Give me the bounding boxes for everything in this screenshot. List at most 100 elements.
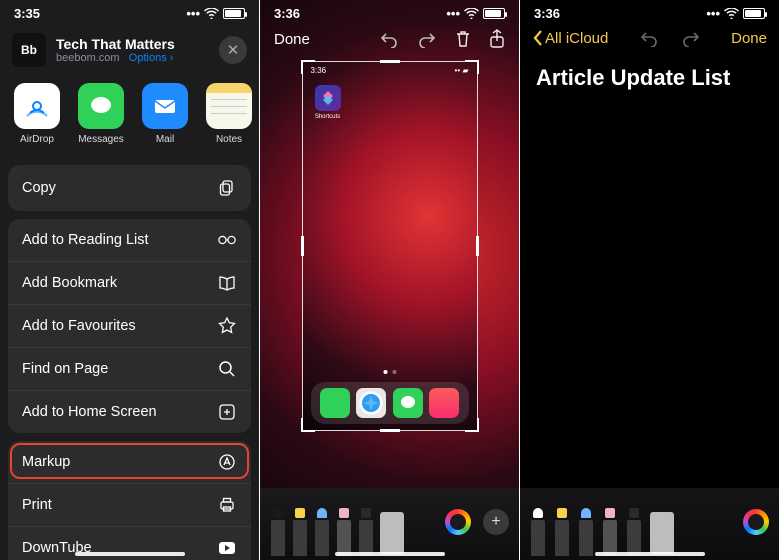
app-messages[interactable]: Messages [78,83,124,145]
tool-pen[interactable] [530,508,546,556]
wifi-icon [204,8,219,19]
status-bar: 3:36 ••• [260,0,519,23]
star-icon [217,316,237,336]
tool-ruler[interactable] [380,512,404,554]
battery-icon [223,8,245,19]
glasses-icon [217,230,237,250]
airdrop-icon [14,83,60,129]
tool-pen[interactable] [270,508,286,556]
status-icons: ••• [706,6,765,21]
wifi-icon [464,8,479,19]
mini-dock [311,382,469,424]
mini-status-bar: 3:36 •• ▰ [303,62,477,75]
phone-share-sheet: 3:35 ••• Bb Tech That Matters beebom.com… [0,0,260,560]
share-title: Tech That Matters [56,36,175,52]
status-icons: ••• [186,6,245,21]
tool-lasso[interactable] [626,508,642,556]
action-bookmark[interactable]: Add Bookmark [8,262,251,305]
status-icons: ••• [446,6,505,21]
app-airdrop[interactable]: AirDrop [14,83,60,145]
action-reading-list[interactable]: Add to Reading List [8,219,251,262]
music-app-icon [429,388,459,418]
signal-icon: ••• [446,6,460,21]
note-title[interactable]: Article Update List [520,55,779,101]
close-button[interactable]: ✕ [219,36,247,64]
action-copy[interactable]: Copy [8,165,251,211]
safari-app-icon [356,388,386,418]
tool-marker[interactable] [292,508,308,556]
markup-canvas[interactable]: 3:36 •• ▰ Shortcuts [302,61,478,431]
action-print[interactable]: Print [8,484,251,527]
tool-marker[interactable] [554,508,570,556]
markup-tool-palette: + [260,488,519,560]
home-indicator[interactable] [595,552,705,556]
plus-square-icon [217,402,237,422]
tool-pencil[interactable] [314,508,330,556]
status-time: 3:35 [14,6,40,21]
tool-eraser[interactable] [602,508,618,556]
messages-icon [78,83,124,129]
share-app-row[interactable]: AirDrop Messages Mail [0,79,259,157]
mail-icon [142,83,188,129]
action-favourites[interactable]: Add to Favourites [8,305,251,348]
notes-tool-palette [520,488,779,560]
mini-shortcuts-app: Shortcuts [313,85,343,120]
action-home-screen[interactable]: Add to Home Screen [8,391,251,433]
signal-icon: ••• [186,6,200,21]
color-picker-button[interactable] [445,509,471,535]
markup-toolbar: Done [260,23,519,57]
book-icon [217,273,237,293]
action-markup[interactable]: Markup [8,441,251,484]
done-button[interactable]: Done [731,30,767,47]
action-list-2: Markup Print DownTube [8,441,251,560]
copy-icon [217,178,237,198]
back-button[interactable]: All iCloud [532,29,608,47]
search-icon [217,359,237,379]
signal-icon: ••• [706,6,720,21]
share-button[interactable] [489,29,505,49]
notes-toolbar: All iCloud Done [520,23,779,55]
redo-button[interactable] [681,29,701,47]
shortcuts-icon [315,85,341,111]
app-mail[interactable]: Mail [142,83,188,145]
markup-icon [217,452,237,472]
home-indicator[interactable] [75,552,185,556]
tool-lasso[interactable] [358,508,374,556]
status-time: 3:36 [534,6,560,21]
tool-ruler[interactable] [650,512,674,554]
battery-icon [483,8,505,19]
share-thumbnail: Bb [12,33,46,67]
printer-icon [217,495,237,515]
battery-icon [743,8,765,19]
home-indicator[interactable] [335,552,445,556]
wifi-icon [724,8,739,19]
action-list-1: Add to Reading List Add Bookmark Add to … [8,219,251,433]
phone-app-icon [320,388,350,418]
messages-app-icon [393,388,423,418]
tool-pencil[interactable] [578,508,594,556]
close-icon: ✕ [227,41,240,59]
done-button[interactable]: Done [274,31,310,48]
youtube-icon [217,538,237,558]
share-options-link[interactable]: Options › [129,52,174,64]
share-header: Bb Tech That Matters beebom.com Options … [0,23,259,79]
action-find-on-page[interactable]: Find on Page [8,348,251,391]
phone-notes-app: 3:36 ••• All iCloud Done Article Update … [520,0,780,560]
chevron-left-icon [532,29,543,47]
undo-button[interactable] [639,29,659,47]
page-dots [383,370,396,374]
status-time: 3:36 [274,6,300,21]
status-bar: 3:35 ••• [0,0,259,23]
undo-button[interactable] [379,30,399,48]
phone-markup-editor: 3:36 ••• Done 3:36 •• ▰ [260,0,520,560]
notes-icon [206,83,252,129]
action-label: Copy [22,180,56,196]
tool-eraser[interactable] [336,508,352,556]
add-tool-button[interactable]: + [483,509,509,535]
redo-button[interactable] [417,30,437,48]
app-notes[interactable]: Notes [206,83,252,145]
color-picker-button[interactable] [743,509,769,535]
share-subtitle: beebom.com Options › [56,52,175,64]
status-bar: 3:36 ••• [520,0,779,23]
trash-button[interactable] [455,30,471,48]
